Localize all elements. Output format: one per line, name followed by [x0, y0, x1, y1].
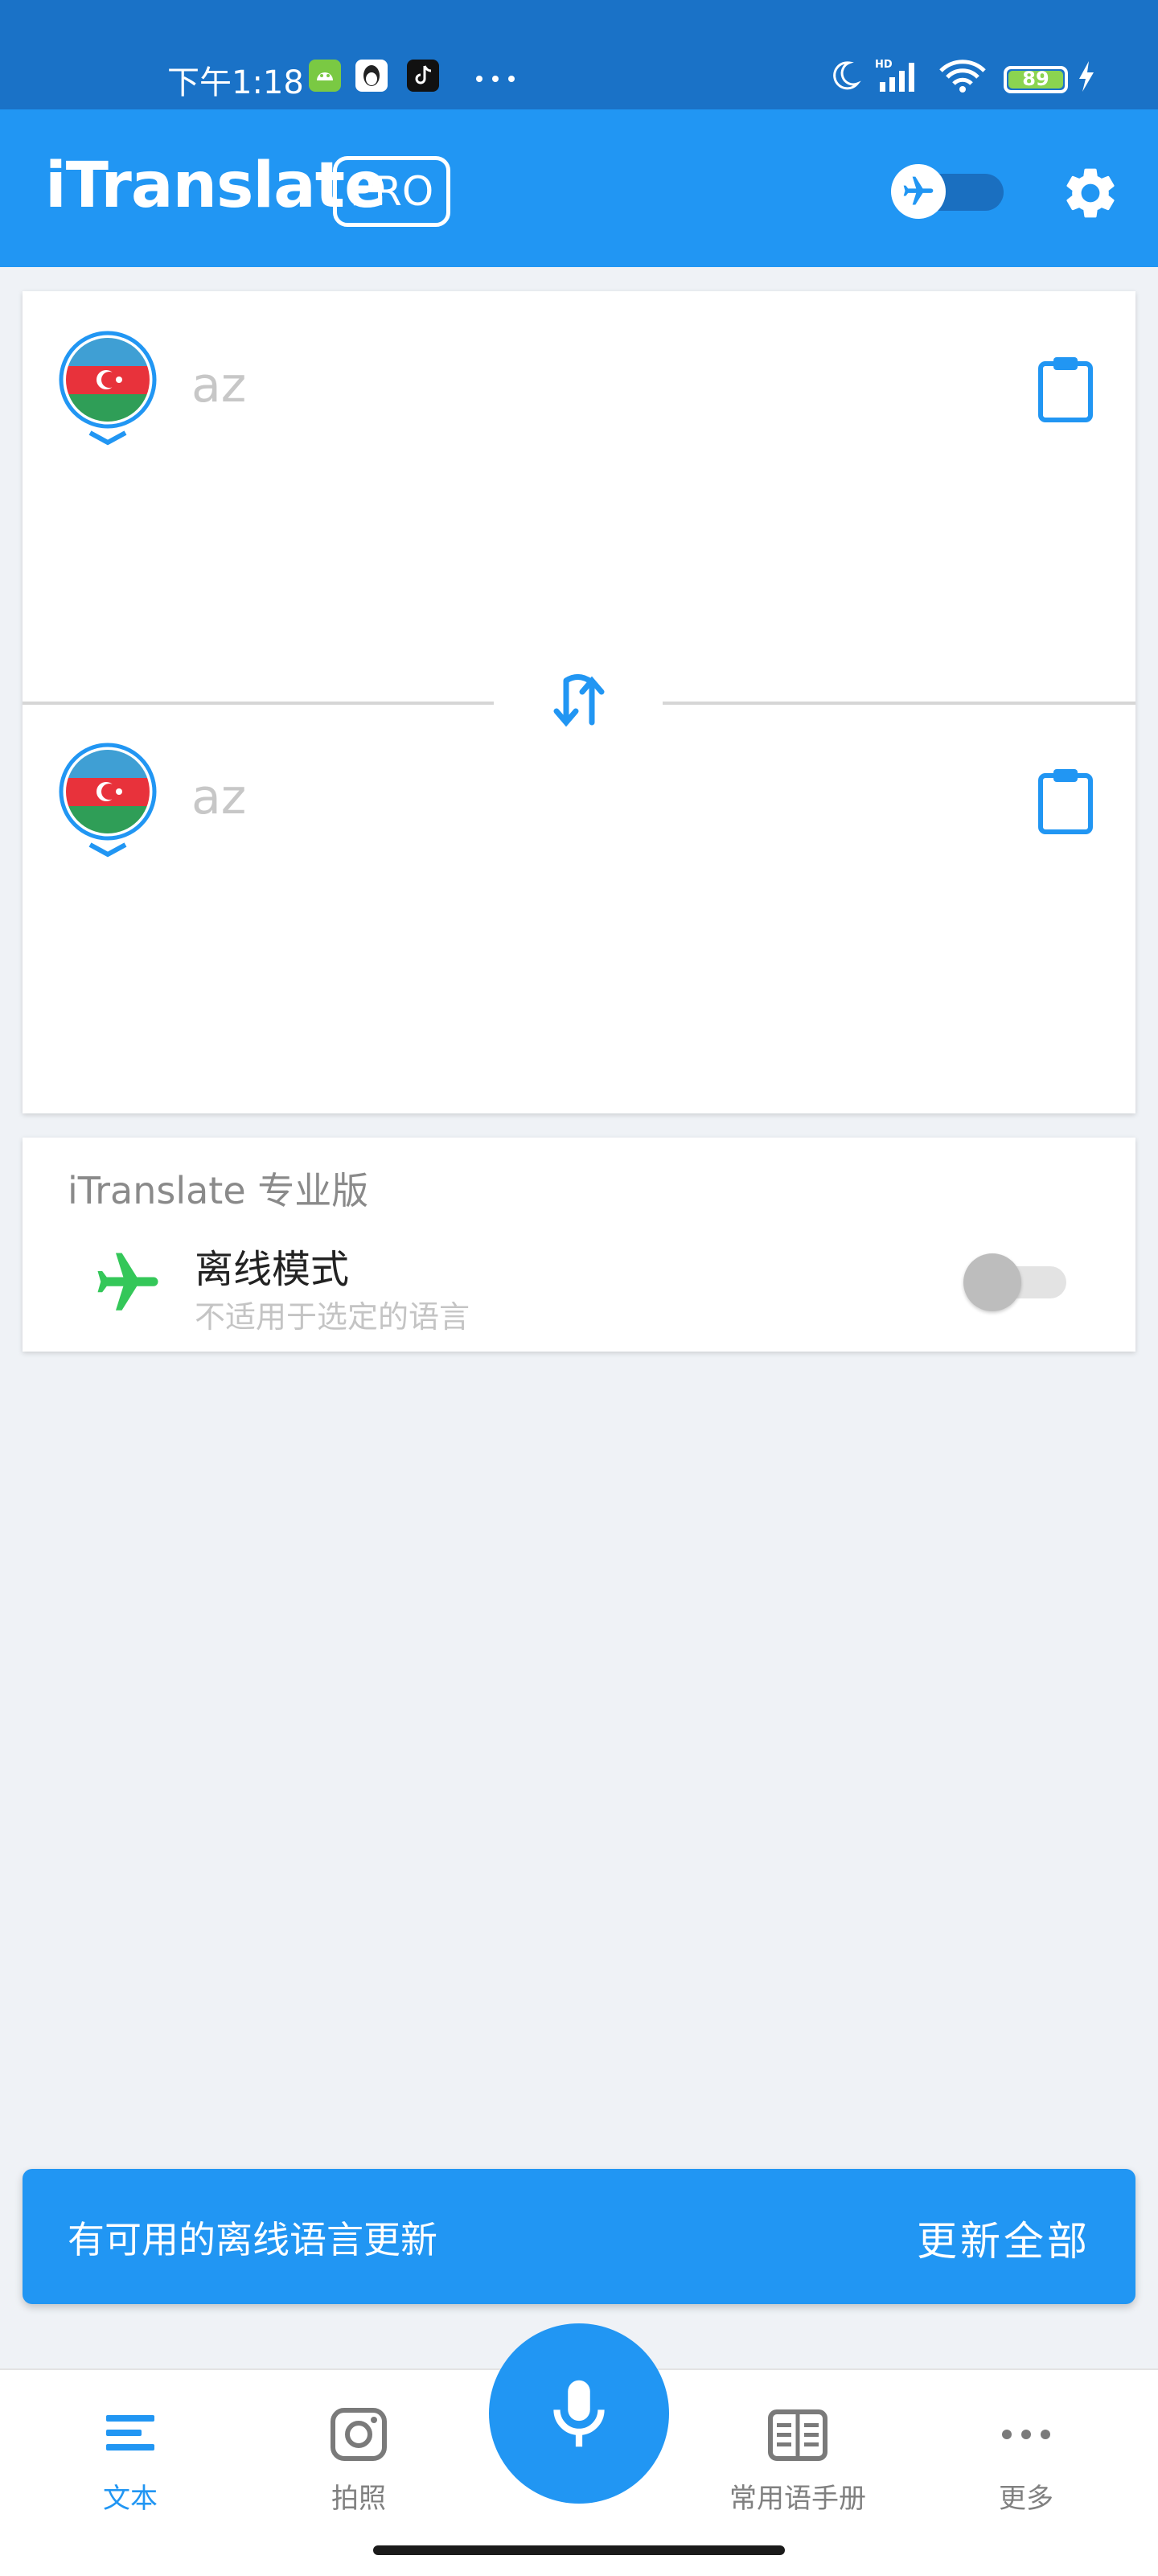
battery-icon: 89 — [1004, 66, 1068, 93]
nav-phrasebook[interactable]: 常用语手册 — [717, 2402, 878, 2516]
source-language-code[interactable]: az — [191, 357, 246, 414]
camera-icon — [331, 2408, 387, 2461]
pro-badge: PRO — [333, 156, 451, 227]
tiktok-icon — [407, 60, 439, 92]
qq-icon — [355, 60, 388, 92]
nav-camera[interactable]: 拍照 — [278, 2402, 439, 2516]
offline-mode-switch[interactable] — [963, 1250, 1079, 1315]
airplane-icon — [97, 1253, 158, 1311]
divider-right — [663, 702, 1135, 705]
microphone-icon — [553, 2380, 605, 2447]
pro-card-title: iTranslate 专业版 — [68, 1169, 369, 1212]
clipboard-icon[interactable] — [1037, 356, 1094, 423]
home-indicator — [373, 2545, 785, 2555]
text-lines-icon — [106, 2415, 154, 2450]
gear-icon[interactable] — [1060, 163, 1121, 224]
nav-text-label: 文本 — [103, 2483, 158, 2515]
translator-card: az az — [23, 291, 1135, 1113]
pro-card: iTranslate 专业版 离线模式 不适用于选定的语言 — [23, 1138, 1135, 1352]
swap-arrows-icon[interactable] — [547, 669, 611, 734]
offline-mode-toggle[interactable] — [891, 164, 1004, 219]
divider-left — [23, 702, 494, 705]
nav-camera-label: 拍照 — [331, 2483, 386, 2515]
wifi-icon — [939, 60, 986, 93]
update-snackbar: 有可用的离线语言更新 更新全部 — [23, 2169, 1135, 2304]
moon-icon — [833, 61, 861, 90]
charging-icon — [1079, 61, 1094, 92]
android-icon — [309, 60, 341, 92]
clipboard-icon[interactable] — [1037, 767, 1094, 835]
microphone-button[interactable] — [489, 2323, 669, 2504]
nav-phrasebook-label: 常用语手册 — [729, 2483, 866, 2515]
target-flag-icon[interactable] — [58, 742, 158, 861]
snackbar-message: 有可用的离线语言更新 — [68, 2218, 437, 2261]
nav-text[interactable]: 文本 — [50, 2402, 211, 2516]
offline-mode-subtitle: 不适用于选定的语言 — [195, 1299, 470, 1335]
app-header: iTranslate PRO — [0, 109, 1158, 267]
phrasebook-icon — [768, 2409, 827, 2461]
status-time: 下午1:18 — [167, 64, 304, 101]
nav-more-label: 更多 — [999, 2483, 1053, 2515]
status-bar: 下午1:18 HD 89 — [0, 0, 1158, 109]
hd-signal-icon: HD — [875, 59, 914, 92]
target-language-code[interactable]: az — [191, 769, 246, 825]
source-flag-icon[interactable] — [58, 330, 158, 449]
svg-text:HD: HD — [875, 59, 893, 71]
more-dots-icon — [476, 76, 515, 82]
nav-more[interactable]: 更多 — [946, 2402, 1107, 2516]
battery-level: 89 — [1022, 68, 1049, 90]
update-all-button[interactable]: 更新全部 — [917, 2209, 1090, 2267]
airplane-icon — [903, 176, 934, 205]
more-dots-icon — [1002, 2430, 1050, 2439]
offline-mode-title: 离线模式 — [195, 1247, 350, 1292]
